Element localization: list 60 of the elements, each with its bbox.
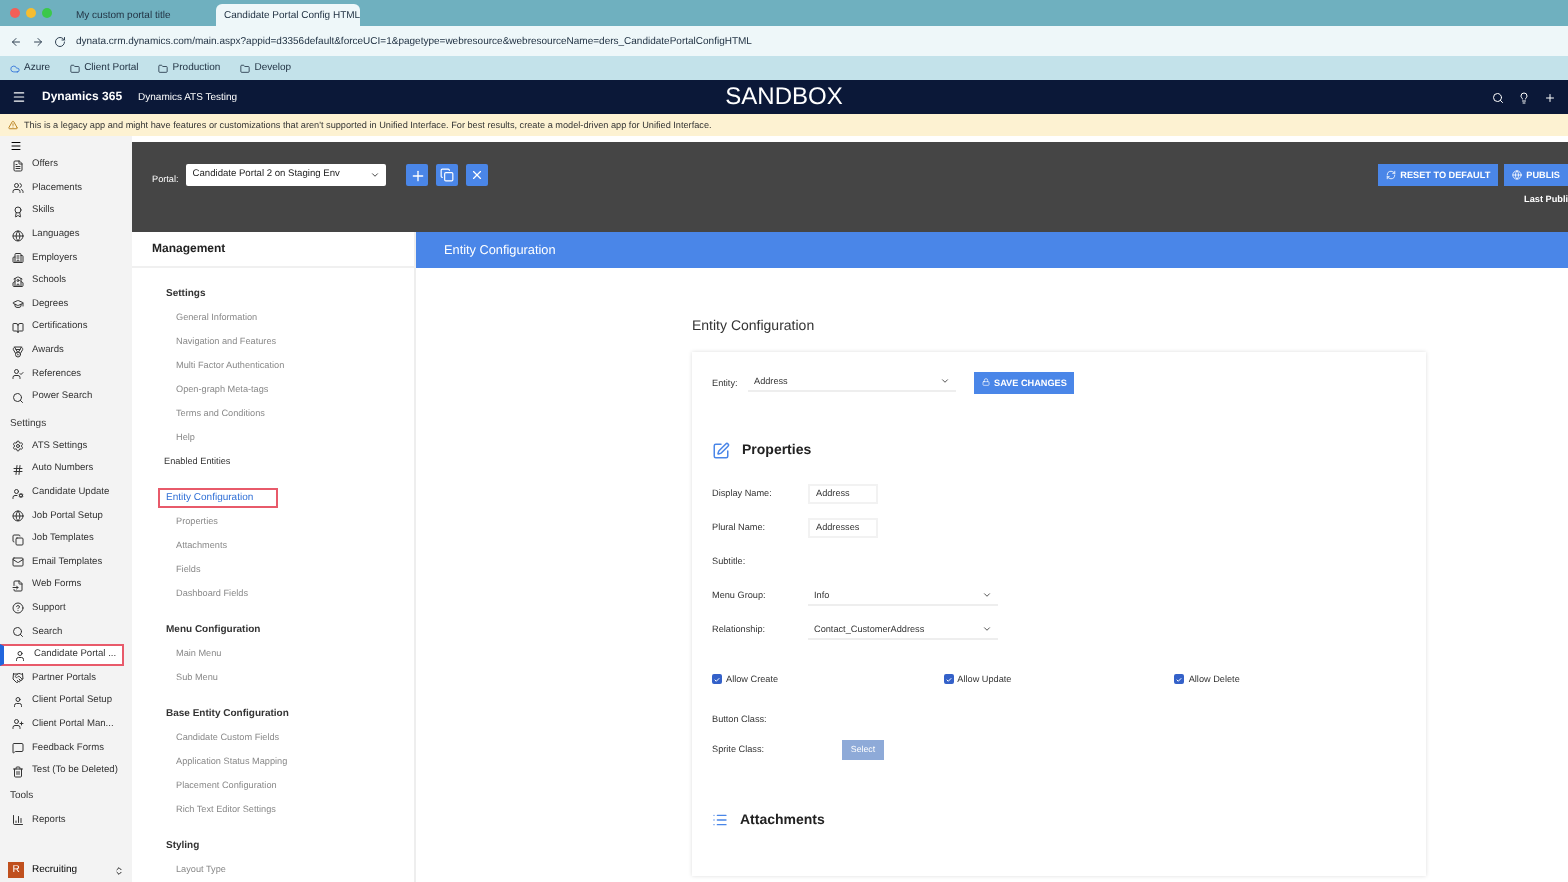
trash-icon bbox=[12, 765, 24, 778]
person-check-icon bbox=[12, 368, 24, 381]
search-icon[interactable] bbox=[1492, 91, 1504, 103]
reload-icon[interactable] bbox=[54, 35, 66, 47]
copy-button[interactable] bbox=[436, 164, 459, 186]
up-down-arrows-icon bbox=[114, 865, 124, 875]
form-icon bbox=[12, 579, 24, 592]
refresh-icon bbox=[1386, 170, 1397, 180]
settings-icon bbox=[12, 440, 24, 453]
mail-icon bbox=[12, 556, 24, 569]
check-icon bbox=[714, 675, 720, 683]
caret-icon bbox=[940, 376, 950, 386]
person-icon bbox=[14, 649, 26, 662]
globe-icon bbox=[1512, 170, 1523, 180]
document-icon bbox=[12, 159, 24, 172]
badge-icon bbox=[12, 205, 24, 218]
chart-icon bbox=[12, 814, 24, 827]
app-launcher-icon[interactable] bbox=[12, 90, 26, 104]
person-gear-icon bbox=[12, 487, 24, 500]
book-icon bbox=[12, 321, 24, 334]
lock-icon bbox=[982, 378, 990, 386]
copy-icon bbox=[12, 533, 24, 546]
close-icon bbox=[470, 168, 485, 182]
add-button[interactable] bbox=[406, 164, 429, 186]
help-icon bbox=[12, 602, 24, 615]
search-icon bbox=[12, 626, 24, 639]
caret-icon bbox=[982, 589, 992, 599]
person-icon bbox=[12, 695, 24, 708]
plus-icon[interactable] bbox=[1544, 91, 1556, 103]
hash-icon bbox=[12, 463, 24, 476]
globe-icon bbox=[12, 510, 24, 523]
chat-icon bbox=[12, 742, 24, 755]
graduation-cap-icon bbox=[12, 298, 24, 311]
handshake-icon bbox=[12, 672, 24, 685]
search-icon bbox=[12, 391, 24, 404]
folder-icon bbox=[240, 63, 251, 73]
folder-icon bbox=[70, 63, 81, 73]
check-icon bbox=[1176, 675, 1183, 683]
environment-label: SANDBOX bbox=[725, 82, 843, 110]
edit-icon bbox=[712, 442, 730, 460]
person-plus-icon bbox=[12, 718, 24, 731]
globe-icon bbox=[12, 229, 24, 242]
caret-icon bbox=[370, 170, 381, 180]
school-icon bbox=[12, 275, 24, 288]
copy-icon bbox=[440, 168, 455, 182]
check-icon bbox=[945, 675, 952, 683]
people-icon bbox=[12, 182, 24, 195]
building-icon bbox=[12, 252, 24, 265]
lightbulb-icon[interactable] bbox=[1518, 91, 1530, 103]
plus-icon bbox=[409, 167, 426, 183]
cloud-icon bbox=[10, 63, 20, 73]
delete-button[interactable] bbox=[466, 164, 489, 186]
menu-icon[interactable] bbox=[10, 140, 22, 152]
folder-icon bbox=[158, 63, 169, 73]
warning-icon bbox=[8, 120, 18, 130]
forward-icon[interactable] bbox=[32, 35, 44, 47]
list-icon bbox=[712, 812, 728, 828]
back-icon[interactable] bbox=[10, 35, 22, 47]
caret-icon bbox=[982, 623, 992, 633]
medal-icon bbox=[12, 345, 24, 358]
